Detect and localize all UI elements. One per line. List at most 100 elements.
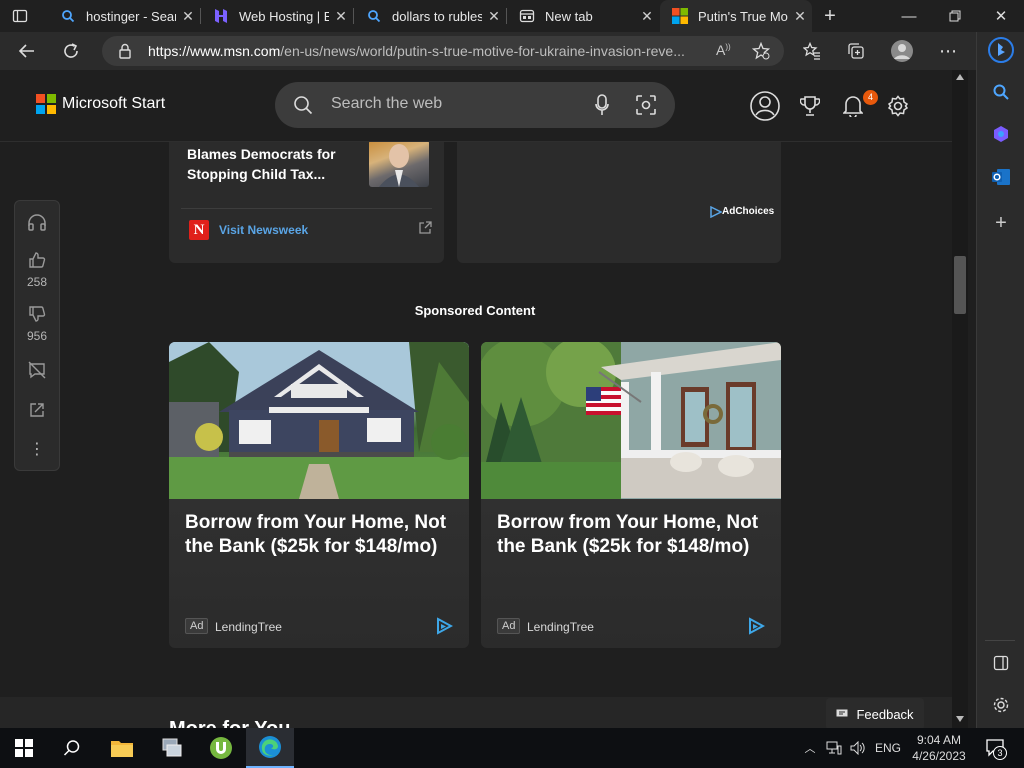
ad-source[interactable]: LendingTree: [215, 620, 282, 634]
taskbar-search-icon[interactable]: [48, 728, 96, 768]
scrollbar-thumb[interactable]: [954, 256, 966, 314]
copilot-icon[interactable]: [986, 119, 1016, 149]
clock-date: 4/26/2023: [912, 749, 966, 763]
porch-image[interactable]: [481, 342, 781, 499]
tab-web-hosting[interactable]: Web Hosting | Ex ✕: [201, 0, 353, 32]
new-tab-page-icon: [519, 8, 535, 24]
dislike-button[interactable]: 956: [15, 305, 59, 343]
favorites-icon[interactable]: [797, 36, 827, 66]
visual-search-icon[interactable]: [636, 95, 656, 120]
sidebar-settings-icon[interactable]: [986, 690, 1016, 720]
clock[interactable]: 9:04 AM 4/26/2023: [906, 728, 972, 768]
brand-name: Microsoft Start: [62, 95, 166, 112]
search-box[interactable]: [275, 82, 675, 128]
settings-gear-icon[interactable]: [881, 89, 915, 123]
address-bar[interactable]: https://www.msn.com/en-us/news/world/put…: [102, 36, 784, 66]
network-icon[interactable]: [822, 728, 846, 768]
sponsored-card[interactable]: Borrow from Your Home, Not the Bank ($25…: [481, 342, 781, 648]
adchoices-icon[interactable]: [435, 617, 454, 635]
article-thumbnail[interactable]: [369, 140, 429, 187]
bing-chat-icon[interactable]: [986, 35, 1016, 65]
tab-putins-true-motive[interactable]: Putin's True Mot ✕: [660, 0, 812, 32]
tab-title: Putin's True Mot: [698, 8, 788, 24]
article-headline[interactable]: Blames Democrats for Stopping Child Tax.…: [187, 144, 347, 184]
thumbs-down-icon: [28, 305, 46, 326]
url-host: https://www.msn.com: [148, 43, 281, 59]
file-explorer-icon[interactable]: [98, 728, 146, 768]
volume-icon[interactable]: [846, 728, 870, 768]
show-hidden-icons[interactable]: ︿: [800, 728, 820, 768]
close-icon[interactable]: ✕: [635, 8, 659, 25]
read-aloud-icon[interactable]: A)): [716, 42, 731, 58]
tab-hostinger-search[interactable]: hostinger - Search ✕: [48, 0, 200, 32]
adchoices-label[interactable]: AdChoices: [722, 206, 774, 217]
tab-dollars-to-rubles[interactable]: dollars to rubles ✕: [354, 0, 506, 32]
language-indicator[interactable]: ENG: [872, 728, 904, 768]
profile-avatar[interactable]: [887, 36, 917, 66]
feedback-label: Feedback: [856, 706, 914, 722]
more-options-icon[interactable]: ⋯: [933, 36, 963, 66]
microsoft-start-logo[interactable]: Microsoft Start: [36, 94, 165, 114]
minimize-button[interactable]: —: [886, 0, 932, 32]
open-external-icon[interactable]: [417, 220, 433, 241]
like-count: 258: [26, 275, 48, 289]
page-scrollbar[interactable]: [952, 70, 968, 728]
scroll-up-arrow[interactable]: [956, 74, 964, 80]
url-text[interactable]: https://www.msn.com/en-us/news/world/put…: [148, 43, 708, 59]
restore-button[interactable]: [932, 0, 978, 32]
split-screen-icon[interactable]: [986, 648, 1016, 678]
edge-browser-icon[interactable]: [246, 728, 294, 768]
windows-taskbar: ︿ ENG 9:04 AM 4/26/2023 3: [0, 728, 1024, 768]
comments-off-button[interactable]: [15, 361, 59, 382]
add-favorite-icon[interactable]: [751, 41, 771, 65]
add-sidebar-app-icon[interactable]: +: [986, 208, 1016, 238]
sponsored-card[interactable]: Borrow from Your Home, Not the Bank ($25…: [169, 342, 469, 648]
feedback-button[interactable]: Feedback: [826, 698, 924, 728]
ad-headline[interactable]: Borrow from Your Home, Not the Bank ($25…: [185, 511, 460, 559]
close-icon[interactable]: ✕: [788, 8, 812, 25]
tab-new-tab[interactable]: New tab ✕: [507, 0, 659, 32]
outlook-icon[interactable]: [986, 162, 1016, 192]
back-button[interactable]: [12, 36, 42, 66]
microphone-icon[interactable]: [595, 94, 609, 121]
more-for-you-heading: More for You: [169, 718, 290, 728]
listen-button[interactable]: [15, 213, 59, 234]
feedback-icon: [836, 707, 848, 722]
search-icon[interactable]: [293, 95, 313, 120]
new-tab-button[interactable]: +: [818, 4, 842, 28]
ad-headline[interactable]: Borrow from Your Home, Not the Bank ($25…: [497, 511, 772, 559]
account-icon[interactable]: [748, 89, 782, 123]
lock-icon[interactable]: [118, 43, 132, 64]
visit-newsweek-link[interactable]: Visit Newsweek: [219, 223, 308, 237]
edge-sidebar: +: [976, 32, 1024, 728]
rewards-trophy-icon[interactable]: [793, 89, 827, 123]
share-button[interactable]: [15, 401, 59, 422]
close-icon[interactable]: ✕: [329, 8, 353, 25]
thumbs-up-icon: [28, 251, 46, 272]
close-icon[interactable]: ✕: [176, 8, 200, 25]
ad-source[interactable]: LendingTree: [527, 620, 594, 634]
hostinger-logo-icon: [213, 8, 229, 24]
scroll-down-arrow[interactable]: [956, 716, 964, 722]
network-app-icon[interactable]: [148, 728, 196, 768]
utorrent-icon[interactable]: [197, 728, 245, 768]
tab-title: Web Hosting | Ex: [239, 8, 329, 24]
search-icon: [366, 8, 382, 24]
search-input[interactable]: [331, 95, 561, 113]
headphones-icon: [27, 213, 47, 234]
adchoices-icon[interactable]: [747, 617, 766, 635]
close-icon[interactable]: ✕: [482, 8, 506, 25]
microsoft-logo-icon: [672, 8, 688, 24]
close-window-button[interactable]: ✕: [978, 0, 1024, 32]
start-button[interactable]: [0, 728, 48, 768]
house-image[interactable]: [169, 342, 469, 499]
ad-badge: Ad: [497, 618, 521, 634]
more-options-icon[interactable]: ⋮: [15, 439, 59, 459]
search-icon[interactable]: [986, 77, 1016, 107]
like-button[interactable]: 258: [15, 251, 59, 289]
adchoices-icon[interactable]: [710, 205, 723, 223]
tab-actions-icon[interactable]: [12, 8, 30, 24]
refresh-button[interactable]: [56, 36, 86, 66]
newsweek-logo-icon: N: [189, 220, 209, 240]
collections-icon[interactable]: [841, 36, 871, 66]
